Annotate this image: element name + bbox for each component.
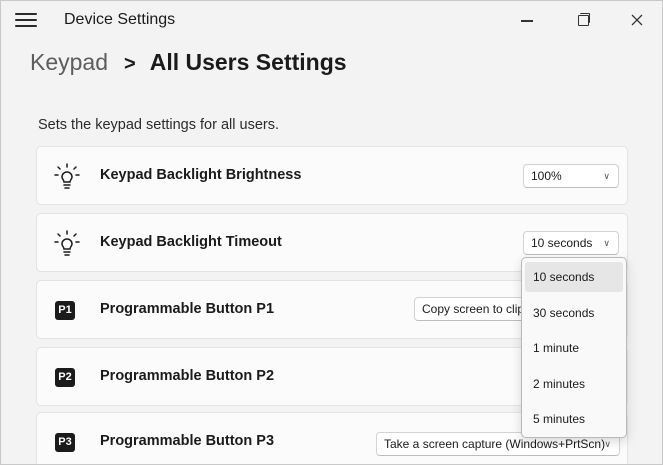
select-value: 100% xyxy=(531,169,562,183)
setting-card-backlight-brightness: Keypad Backlight Brightness 100% ∨ xyxy=(36,146,628,205)
breadcrumb: Keypad > All Users Settings xyxy=(30,49,347,76)
select-value: 10 seconds xyxy=(531,236,593,250)
close-button[interactable] xyxy=(615,5,659,35)
lightbulb-icon xyxy=(54,163,80,189)
breadcrumb-separator: > xyxy=(124,53,136,75)
setting-label: Programmable Button P3 xyxy=(100,433,275,449)
minimize-button[interactable] xyxy=(505,5,549,35)
breadcrumb-parent-link[interactable]: Keypad xyxy=(30,49,108,75)
menu-icon[interactable] xyxy=(15,12,37,28)
lightbulb-icon xyxy=(54,230,80,256)
setting-label: Programmable Button P1 xyxy=(100,301,275,317)
page-title: All Users Settings xyxy=(149,49,347,75)
chevron-down-icon: ∨ xyxy=(603,238,610,248)
p3-badge-icon: P3 xyxy=(55,433,75,452)
p2-badge-icon: P2 xyxy=(55,368,75,387)
select-value: Copy screen to clip xyxy=(422,302,525,316)
dropdown-option-30-seconds[interactable]: 30 seconds xyxy=(525,298,623,328)
maximize-button[interactable] xyxy=(561,5,605,35)
chevron-down-icon: ∨ xyxy=(603,171,610,181)
setting-label: Programmable Button P2 xyxy=(100,368,275,384)
brightness-select[interactable]: 100% ∨ xyxy=(523,164,619,188)
app-title: Device Settings xyxy=(64,11,176,28)
timeout-dropdown-menu: 10 seconds 30 seconds 1 minute 2 minutes… xyxy=(521,257,627,438)
dropdown-option-1-minute[interactable]: 1 minute xyxy=(525,333,623,363)
timeout-select[interactable]: 10 seconds ∨ xyxy=(523,231,619,255)
title-bar: Device Settings xyxy=(1,1,662,41)
p1-badge-icon: P1 xyxy=(55,301,75,320)
page-description: Sets the keypad settings for all users. xyxy=(38,117,279,133)
dropdown-option-5-minutes[interactable]: 5 minutes xyxy=(525,404,623,434)
close-icon xyxy=(631,14,643,26)
dropdown-option-2-minutes[interactable]: 2 minutes xyxy=(525,369,623,399)
setting-label: Keypad Backlight Brightness xyxy=(100,167,302,183)
setting-label: Keypad Backlight Timeout xyxy=(100,234,282,250)
select-value: Take a screen capture (Windows+PrtScn) xyxy=(384,437,606,451)
dropdown-option-10-seconds[interactable]: 10 seconds xyxy=(525,262,623,292)
app-window: Device Settings Keypad > All Users Setting… xyxy=(0,0,663,465)
